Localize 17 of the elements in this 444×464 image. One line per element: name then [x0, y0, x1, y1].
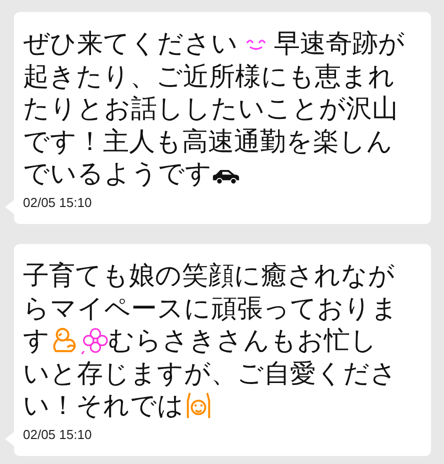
message-text: 子育ても娘の笑顔に癒されなが: [23, 259, 395, 292]
car-icon: [212, 168, 240, 184]
message-text: らマイペースに頑張っておりま: [23, 292, 398, 324]
message-text: ぜひ来てください: [23, 27, 238, 60]
message-text: 起きたり、ご近所様にも恵まれ: [23, 60, 395, 92]
flower-icon: [79, 326, 108, 355]
timestamp: 02/05 15:10: [23, 194, 93, 210]
cheering-figure-icon: [184, 390, 213, 420]
message-text: す: [23, 324, 50, 356]
message-text: むらさきさんもお忙し: [108, 324, 377, 356]
timestamp: 02/05 15:10: [23, 426, 93, 442]
message-text: いと存じますが、ご自愛くださ: [23, 356, 397, 389]
message-text: い！それでは: [23, 389, 184, 422]
message-text: です！主人も高速通勤を楽しん: [23, 124, 393, 157]
message-text: たりとお話ししたいことが沢山: [23, 92, 398, 124]
message-text: でいるようです: [23, 157, 212, 190]
message-text: 早速奇跡が: [274, 27, 405, 60]
